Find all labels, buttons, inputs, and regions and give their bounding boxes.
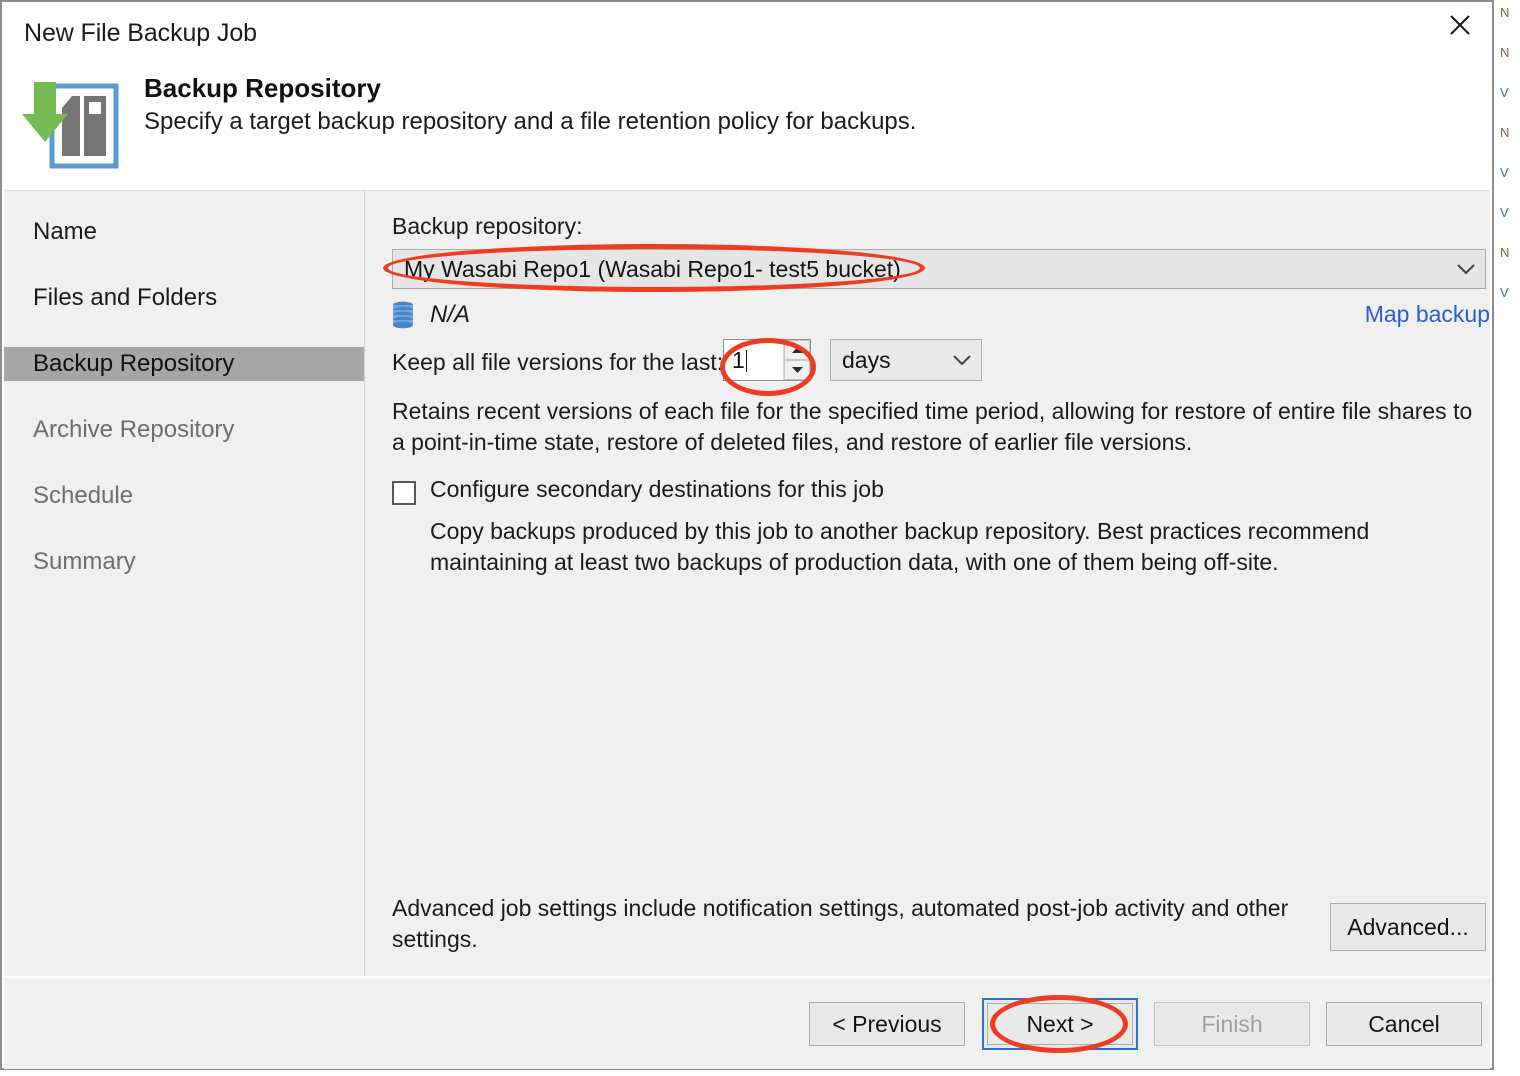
close-icon[interactable] [1428, 2, 1492, 48]
configure-secondary-destinations-checkbox[interactable] [392, 481, 416, 505]
sidebar-item-schedule[interactable]: Schedule [4, 479, 364, 513]
next-button[interactable]: Next > [987, 1003, 1133, 1045]
content-pane: Backup repository: My Wasabi Repo1 (Wasa… [366, 191, 1490, 976]
new-file-backup-job-dialog: New File Backup Job Backup Repository Sp… [0, 0, 1494, 1070]
page-title: Backup Repository [144, 73, 381, 103]
previous-button[interactable]: < Previous [809, 1002, 965, 1046]
backup-repository-select[interactable]: My Wasabi Repo1 (Wasabi Repo1- test5 buc… [392, 249, 1486, 289]
retention-value-input[interactable]: 1 [724, 340, 783, 380]
bg-text-fragment: V [1500, 85, 1509, 100]
chevron-down-icon [1447, 263, 1485, 275]
sidebar-item-backup-repository[interactable]: Backup Repository [4, 347, 364, 381]
dialog-footer: < Previous Next > Finish Cancel [4, 977, 1490, 1069]
background-window-strip: N N V N V V N V [1500, 0, 1520, 1076]
bg-text-fragment: V [1500, 165, 1509, 180]
retention-unit-select[interactable]: days [830, 339, 982, 381]
advanced-button[interactable]: Advanced... [1330, 903, 1486, 951]
sidebar-item-summary[interactable]: Summary [4, 545, 364, 579]
title-bar: New File Backup Job [2, 2, 1492, 62]
bg-text-fragment: V [1500, 205, 1509, 220]
dialog-body: Name Files and Folders Backup Repository… [4, 190, 1490, 976]
backup-repository-icon [16, 68, 126, 172]
configure-secondary-destinations-label[interactable]: Configure secondary destinations for thi… [430, 476, 884, 503]
cancel-button[interactable]: Cancel [1326, 1002, 1482, 1046]
retention-value-stepper[interactable]: 1 [723, 339, 811, 381]
retention-value-text: 1 [732, 347, 745, 373]
bg-text-fragment: N [1500, 125, 1510, 140]
backup-repository-label: Backup repository: [392, 213, 583, 239]
finish-button: Finish [1154, 1002, 1310, 1046]
secondary-destinations-description: Copy backups produced by this job to ano… [430, 518, 1370, 575]
repository-capacity-value: N/A [430, 301, 471, 328]
retention-description: Retains recent versions of each file for… [392, 398, 1473, 455]
page-subtitle: Specify a target backup repository and a… [144, 108, 917, 135]
map-backup-link[interactable]: Map backup [1365, 301, 1490, 328]
keep-versions-label: Keep all file versions for the last: [392, 349, 724, 375]
bg-text-fragment: N [1500, 245, 1510, 260]
chevron-down-icon[interactable] [784, 360, 810, 380]
chevron-down-icon [943, 354, 981, 366]
sidebar-item-name[interactable]: Name [4, 215, 364, 249]
bg-text-fragment: N [1500, 45, 1510, 60]
advanced-settings-description: Advanced job settings include notificati… [392, 895, 1289, 952]
backup-repository-value: My Wasabi Repo1 (Wasabi Repo1- test5 buc… [404, 255, 901, 282]
sidebar-item-archive-repository[interactable]: Archive Repository [4, 413, 364, 447]
next-button-focus-ring: Next > [982, 998, 1138, 1050]
wizard-step-list: Name Files and Folders Backup Repository… [4, 191, 365, 976]
stepper-buttons [783, 340, 810, 380]
retention-unit-value: days [842, 346, 891, 373]
bg-text-fragment: V [1500, 285, 1509, 300]
sidebar-item-files-and-folders[interactable]: Files and Folders [4, 281, 364, 315]
text-caret [745, 350, 747, 372]
database-icon [392, 301, 414, 331]
chevron-up-icon[interactable] [784, 340, 810, 360]
window-title: New File Backup Job [24, 19, 257, 47]
dialog-header: Backup Repository Specify a target backu… [2, 58, 1492, 190]
bg-text-fragment: N [1500, 5, 1510, 20]
